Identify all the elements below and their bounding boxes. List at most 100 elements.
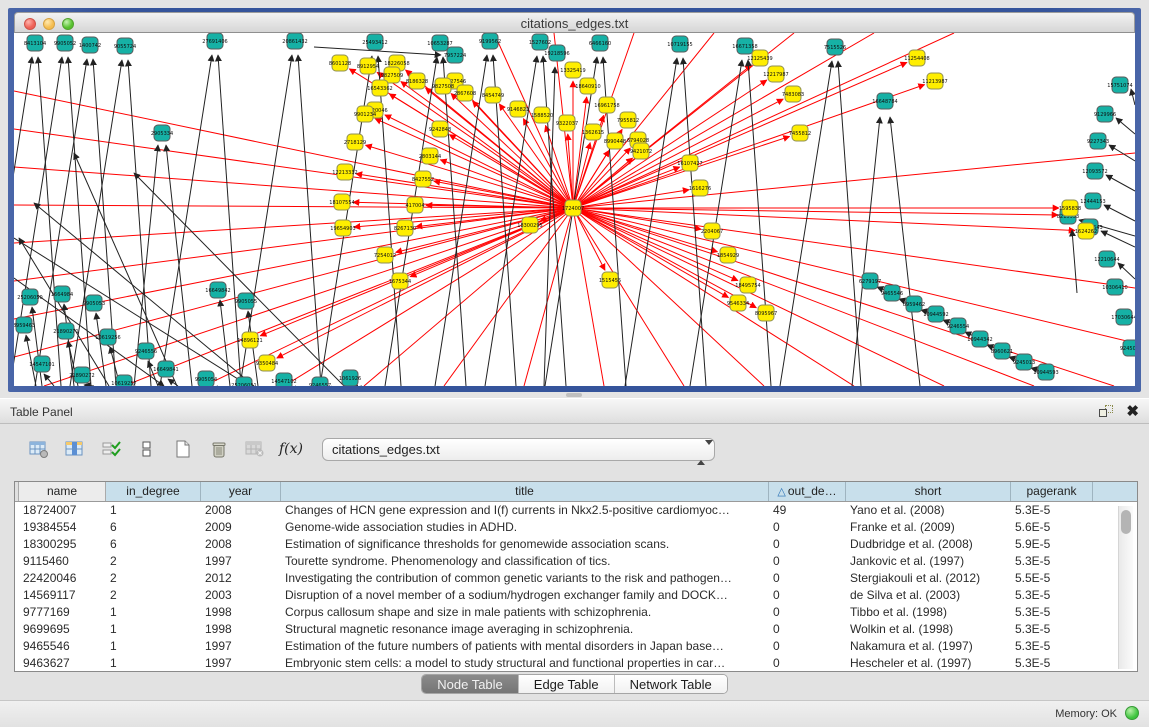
graph-edge[interactable] (375, 119, 573, 208)
graph-edge[interactable] (748, 60, 771, 386)
graph-edge[interactable] (364, 208, 573, 386)
graph-edge[interactable] (573, 208, 738, 281)
graph-edge[interactable] (573, 208, 1034, 386)
table-cell-year[interactable]: 2012 (201, 570, 281, 587)
delete-column-icon[interactable] (208, 438, 230, 460)
graph-edge[interactable] (84, 385, 94, 386)
table-cell-pagerank[interactable]: 5.6E-5 (1011, 519, 1093, 536)
graph-edge[interactable] (74, 153, 177, 386)
table-cell-out_de[interactable]: 49 (769, 502, 846, 519)
graph-edge[interactable] (1106, 175, 1135, 191)
graph-edge[interactable] (218, 55, 241, 386)
table-cell-in_degree[interactable]: 6 (106, 536, 201, 553)
tab-edge-table[interactable]: Edge Table (519, 675, 615, 693)
table-cell-in_degree[interactable]: 2 (106, 587, 201, 604)
graph-edge[interactable] (449, 135, 573, 208)
graph-edge[interactable] (1101, 231, 1135, 247)
table-cell-pagerank[interactable]: 5.3E-5 (1011, 638, 1093, 655)
table-mode-icon[interactable] (28, 438, 50, 460)
table-cell-short[interactable]: Tibbo et al. (1998) (846, 604, 1011, 621)
column-header-pagerank[interactable]: pagerank (1011, 482, 1093, 501)
table-cell-pagerank[interactable]: 5.3E-5 (1011, 655, 1093, 672)
table-cell-in_degree[interactable]: 1 (106, 655, 201, 672)
table-cell-in_degree[interactable]: 1 (106, 604, 201, 621)
delete-table-icon[interactable] (244, 438, 266, 460)
table-cell-short[interactable]: Franke et al. (2009) (846, 519, 1011, 536)
table-cell-name[interactable]: 9463627 (19, 655, 106, 672)
column-header-title[interactable]: title (281, 482, 769, 501)
graph-edge[interactable] (1116, 118, 1135, 134)
table-cell-year[interactable]: 1997 (201, 553, 281, 570)
table-cell-title[interactable]: Corpus callosum shape and size in male p… (281, 604, 769, 621)
table-cell-name[interactable]: 22420046 (19, 570, 106, 587)
table-cell-in_degree[interactable]: 1 (106, 502, 201, 519)
table-cell-pagerank[interactable]: 5.3E-5 (1011, 587, 1093, 604)
float-panel-icon[interactable] (1099, 405, 1113, 418)
table-cell-name[interactable]: 18300295 (19, 536, 106, 553)
network-window-titlebar[interactable]: citations_edges.txt (14, 12, 1135, 33)
table-cell-year[interactable]: 2008 (201, 536, 281, 553)
table-cell-title[interactable]: Tourette syndrome. Phenomenology and cla… (281, 553, 769, 570)
graph-edge[interactable] (298, 55, 321, 386)
table-cell-short[interactable]: Jankovic et al. (1997) (846, 553, 1011, 570)
graph-edge[interactable] (128, 60, 151, 386)
vertical-scrollbar[interactable] (1118, 506, 1133, 669)
scrollbar-thumb[interactable] (1121, 510, 1131, 534)
table-cell-in_degree[interactable]: 6 (106, 519, 201, 536)
table-cell-out_de[interactable]: 0 (769, 621, 846, 638)
table-cell-short[interactable]: Stergiakouli et al. (2012) (846, 570, 1011, 587)
table-cell-year[interactable]: 1997 (201, 638, 281, 655)
table-cell-out_de[interactable]: 0 (769, 570, 846, 587)
graph-edge[interactable] (160, 55, 212, 386)
table-cell-pagerank[interactable]: 5.9E-5 (1011, 536, 1093, 553)
graph-edge[interactable] (366, 145, 573, 208)
table-cell-pagerank[interactable]: 5.3E-5 (1011, 553, 1093, 570)
graph-edge[interactable] (573, 97, 587, 208)
tab-network-table[interactable]: Network Table (615, 675, 727, 693)
table-cell-out_de[interactable]: 0 (769, 519, 846, 536)
table-cell-name[interactable]: 19384554 (19, 519, 106, 536)
toggle-rows-icon[interactable] (136, 438, 158, 460)
table-cell-name[interactable]: 9465546 (19, 638, 106, 655)
table-cell-title[interactable]: Genome-wide association studies in ADHD. (281, 519, 769, 536)
graph-edge[interactable] (38, 57, 61, 386)
graph-edge[interactable] (166, 145, 192, 386)
table-cell-year[interactable]: 2003 (201, 587, 281, 604)
table-cell-short[interactable]: Nakamura et al. (1997) (846, 638, 1011, 655)
table-cell-title[interactable]: Structural magnetic resonance image aver… (281, 621, 769, 638)
table-cell-in_degree[interactable]: 2 (106, 570, 201, 587)
graph-edge[interactable] (14, 129, 573, 208)
table-cell-pagerank[interactable]: 5.3E-5 (1011, 502, 1093, 519)
table-cell-short[interactable]: de Silva et al. (2003) (846, 587, 1011, 604)
table-cell-out_de[interactable]: 0 (769, 655, 846, 672)
table-selector-dropdown[interactable]: citations_edges.txt (322, 438, 715, 461)
table-cell-out_de[interactable]: 0 (769, 587, 846, 604)
table-cell-title[interactable]: Changes of HCN gene expression and I(f) … (281, 502, 769, 519)
graph-edge[interactable] (14, 57, 62, 386)
new-column-icon[interactable] (172, 438, 194, 460)
row-select-icon[interactable] (100, 438, 122, 460)
table-cell-name[interactable]: 14569117 (19, 587, 106, 604)
graph-edge[interactable] (385, 115, 573, 208)
table-cell-out_de[interactable]: 0 (769, 604, 846, 621)
table-cell-title[interactable]: Estimation of significance thresholds fo… (281, 536, 769, 553)
graph-edge[interactable] (284, 208, 573, 386)
table-cell-out_de[interactable]: 0 (769, 638, 846, 655)
graph-edge[interactable] (14, 167, 573, 208)
table-cell-pagerank[interactable]: 5.5E-5 (1011, 570, 1093, 587)
table-cell-pagerank[interactable]: 5.3E-5 (1011, 621, 1093, 638)
graph-edge[interactable] (1131, 89, 1135, 105)
table-cell-title[interactable]: Disruption of a novel member of a sodium… (281, 587, 769, 604)
column-header-in_degree[interactable]: in_degree (106, 482, 201, 501)
table-cell-year[interactable]: 1998 (201, 621, 281, 638)
table-cell-year[interactable]: 2009 (201, 519, 281, 536)
graph-edge[interactable] (1072, 230, 1077, 293)
panel-splitter-handle[interactable] (566, 393, 582, 397)
show-columns-icon[interactable] (64, 438, 86, 460)
graph-edge[interactable] (683, 58, 706, 386)
table-cell-in_degree[interactable]: 2 (106, 553, 201, 570)
table-cell-short[interactable]: Wolkin et al. (1998) (846, 621, 1011, 638)
table-cell-in_degree[interactable]: 1 (106, 621, 201, 638)
table-cell-title[interactable]: Investigating the contribution of common… (281, 570, 769, 587)
tab-node-table[interactable]: Node Table (422, 675, 519, 693)
